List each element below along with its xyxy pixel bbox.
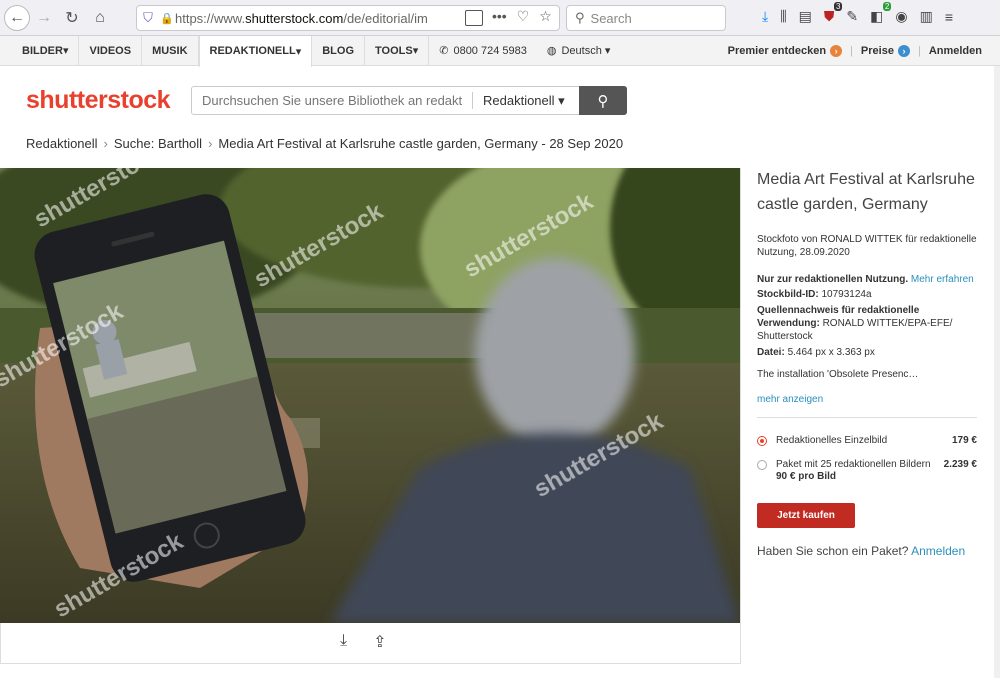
caret-down-icon: ▾ <box>558 92 565 108</box>
breadcrumb-current: Media Art Festival at Karlsruhe castle g… <box>218 136 624 151</box>
option-package[interactable]: Paket mit 25 redaktionellen Bildern 90 € … <box>757 459 977 483</box>
image-details-panel: Media Art Festival at Karlsruhe castle g… <box>757 168 977 558</box>
nav-bilder[interactable]: BILDER ▾ <box>0 35 80 66</box>
toolbar-extra-icon[interactable]: ▥ <box>920 8 933 25</box>
option-package-sub: 90 € pro Bild <box>776 471 837 482</box>
usage-label: Nur zur redaktionellen Nutzung. <box>757 274 909 285</box>
breadcrumb-redaktionell[interactable]: Redaktionell <box>26 136 98 151</box>
file-label: Datei: <box>757 347 785 358</box>
shutterstock-logo[interactable]: shutterstock <box>26 86 171 115</box>
forward-icon[interactable]: → <box>30 4 58 32</box>
package-question: Haben Sie schon ein Paket? Anmelden <box>757 544 966 558</box>
nav-videos[interactable]: VIDEOS <box>79 35 143 66</box>
more-info-link[interactable]: Mehr erfahren <box>911 274 974 285</box>
radio-package[interactable] <box>757 460 767 470</box>
photo-illustration: shutterstock shutterstock shutterstock s… <box>0 168 740 623</box>
search-form: Redaktionell ▾ ⚲ <box>191 86 627 115</box>
lock-icon[interactable]: 🔒 <box>159 12 175 25</box>
account-icon[interactable]: ◉ <box>895 8 907 25</box>
nav-musik[interactable]: MUSIK <box>142 35 199 66</box>
extension-badge-icon[interactable]: ◧ 2 <box>870 2 892 25</box>
breadcrumb-search[interactable]: Suche: Bartholl <box>114 136 202 151</box>
share-icon[interactable]: ⇪ <box>373 632 386 652</box>
library-icon[interactable]: ⫼ <box>780 8 786 25</box>
nav-redaktionell[interactable]: REDAKTIONELL ▾ <box>198 35 313 67</box>
byline: Stockfoto von RONALD WITTEK für redaktio… <box>757 234 977 258</box>
shield-icon[interactable]: ⛉ <box>137 10 159 26</box>
file-value: 5.464 px x 3.363 px <box>787 347 875 358</box>
pocket-icon[interactable]: ♡ <box>517 8 530 25</box>
back-icon[interactable]: ← <box>4 4 30 31</box>
breadcrumb: Redaktionell › Suche: Bartholl › Media A… <box>26 136 623 151</box>
home-icon[interactable]: ⌂ <box>86 4 114 32</box>
nav-premier[interactable]: Premier entdecken › <box>728 45 843 57</box>
reader-view-icon[interactable] <box>465 10 483 26</box>
option-package-label: Paket mit 25 redaktionellen Bildern <box>776 459 931 470</box>
option-package-price: 2.239 € <box>943 459 977 470</box>
option-single[interactable]: Redaktionelles Einzelbild 179 € <box>757 435 977 447</box>
scrollbar[interactable] <box>994 66 1000 678</box>
nav-language[interactable]: ◍ Deutsch ▾ <box>537 44 621 58</box>
description: The installation 'Obsolete Presenc… <box>757 369 919 380</box>
download-icon[interactable]: ⤓ <box>762 8 768 25</box>
chevron-right-icon: › <box>897 45 910 57</box>
editorial-photo[interactable]: shutterstock shutterstock shutterstock s… <box>0 168 740 623</box>
chevron-right-icon: › <box>103 136 108 151</box>
sidebar-icon[interactable]: ▤ <box>799 8 812 25</box>
id-value: 10793124a <box>821 289 872 300</box>
phone-icon: ✆ <box>439 45 449 57</box>
menu-icon[interactable]: ≡ <box>945 9 953 25</box>
buy-now-button[interactable]: Jetzt kaufen <box>757 503 855 528</box>
extension-icon[interactable]: ✎ <box>846 8 858 25</box>
search-category-select[interactable]: Redaktionell ▾ <box>483 93 573 109</box>
divider <box>757 417 977 418</box>
nav-prices[interactable]: Preise › <box>861 45 910 57</box>
page-actions-icon[interactable]: ••• <box>492 8 507 25</box>
nav-phone[interactable]: ✆ 0800 724 5983 <box>429 44 537 58</box>
search-button[interactable]: ⚲ <box>579 86 627 115</box>
show-more-link[interactable]: mehr anzeigen <box>757 394 977 405</box>
search-input[interactable] <box>192 93 462 108</box>
download-icon[interactable]: ⤓ <box>340 632 347 652</box>
option-single-label: Redaktionelles Einzelbild <box>776 435 888 446</box>
browser-toolbar: ← → ↻ ⌂ ⛉ 🔒 https://www.shutterstock.com… <box>0 0 1000 36</box>
url-text[interactable]: https://www.shutterstock.com/de/editoria… <box>175 11 457 26</box>
browser-search-field[interactable]: ⚲ Search <box>566 5 726 31</box>
search-icon: ⚲ <box>575 10 585 25</box>
chevron-right-icon: › <box>208 136 213 151</box>
nav-blog[interactable]: BLOG <box>312 35 365 66</box>
site-navigation: BILDER ▾ VIDEOS MUSIK REDAKTIONELL ▾ BLOG … <box>0 35 1000 67</box>
image-title: Media Art Festival at Karlsruhe castle g… <box>757 171 975 213</box>
nav-tools[interactable]: TOOLS ▾ <box>365 35 430 66</box>
search-icon: ⚲ <box>597 92 609 110</box>
option-single-price: 179 € <box>951 435 977 446</box>
ublock-icon[interactable]: ⛊ 3 <box>824 2 843 25</box>
bookmark-star-icon[interactable]: ☆ <box>539 8 552 25</box>
reload-icon[interactable]: ↻ <box>58 4 86 32</box>
radio-single[interactable] <box>757 436 767 446</box>
id-label: Stockbild-ID: <box>757 289 819 300</box>
package-login-link[interactable]: Anmelden <box>911 544 965 558</box>
globe-icon: ◍ <box>546 45 557 57</box>
chevron-right-icon: › <box>830 45 843 57</box>
search-placeholder: Search <box>590 10 632 26</box>
nav-login[interactable]: Anmelden <box>929 45 982 57</box>
